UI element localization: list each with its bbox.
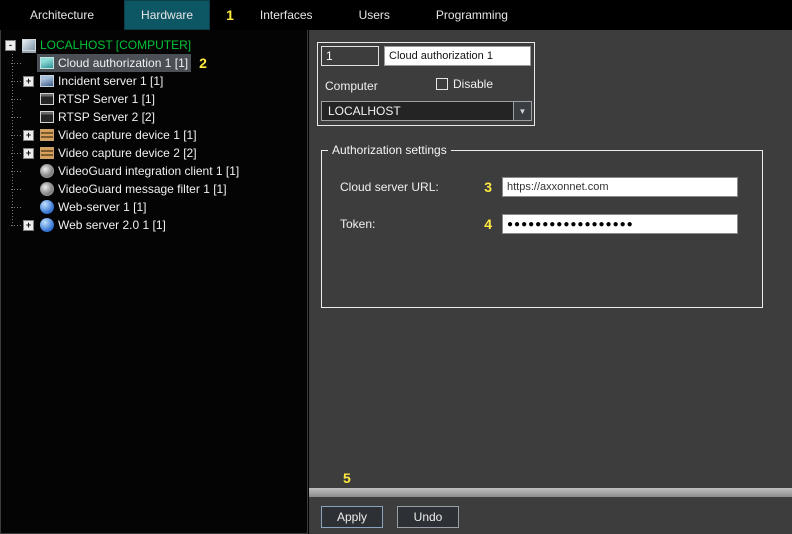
tab-users[interactable]: Users	[343, 0, 406, 30]
collapse-icon[interactable]: -	[5, 40, 16, 51]
annotation-1: 1	[226, 0, 234, 30]
disable-checkbox[interactable]	[436, 78, 448, 90]
tree-item-rtsp-server-1[interactable]: RTSP Server 1 [1]	[1, 90, 307, 108]
expand-icon[interactable]: +	[23, 130, 34, 141]
tree-item-label: Web server 2.0 1 [1]	[58, 218, 166, 232]
computer-icon	[22, 39, 36, 51]
horizontal-divider	[309, 488, 792, 497]
tree-item-label: VideoGuard integration client 1 [1]	[58, 164, 239, 178]
chevron-down-icon[interactable]: ▼	[513, 102, 531, 120]
tree-item-label: Video capture device 1 [1]	[58, 128, 197, 142]
tree-item-rtsp-server-2[interactable]: RTSP Server 2 [2]	[1, 108, 307, 126]
tree-item-label: Video capture device 2 [2]	[58, 146, 197, 160]
expand-icon[interactable]: +	[23, 220, 34, 231]
tree-item-incident-server[interactable]: + Incident server 1 [1]	[1, 72, 307, 90]
app-window: Architecture Hardware 1 Interfaces Users…	[0, 0, 792, 534]
video-capture-icon	[40, 129, 54, 141]
annotation-2: 2	[199, 55, 207, 71]
web-server-icon	[40, 218, 54, 232]
tree-item-web-server-2[interactable]: + Web server 2.0 1 [1]	[1, 216, 307, 234]
tab-hardware[interactable]: Hardware	[124, 0, 210, 30]
tree-item-label: VideoGuard message filter 1 [1]	[58, 182, 227, 196]
token-label: Token:	[340, 217, 478, 231]
undo-button[interactable]: Undo	[397, 506, 459, 528]
incident-server-icon	[40, 75, 54, 87]
web-server-icon	[40, 200, 54, 214]
computer-label: Computer	[325, 79, 378, 93]
cloud-authorization-icon	[40, 57, 54, 69]
tree-item-videoguard-filter[interactable]: VideoGuard message filter 1 [1]	[1, 180, 307, 198]
tab-bar: Architecture Hardware 1 Interfaces Users…	[0, 0, 792, 30]
tree-item-video-capture-2[interactable]: + Video capture device 2 [2]	[1, 144, 307, 162]
object-identity-box: Computer Disable LOCALHOST ▼	[317, 42, 535, 126]
tree-item-label: Incident server 1 [1]	[58, 74, 163, 88]
device-tree: - LOCALHOST [COMPUTER] Cloud authorizati…	[0, 30, 308, 534]
computer-select-value: LOCALHOST	[322, 104, 513, 118]
tree-item-localhost[interactable]: - LOCALHOST [COMPUTER]	[1, 36, 307, 54]
tree-item-video-capture-1[interactable]: + Video capture device 1 [1]	[1, 126, 307, 144]
disable-label: Disable	[453, 77, 493, 91]
authorization-settings-group: Authorization settings Cloud server URL:…	[321, 150, 763, 308]
tree-item-label: RTSP Server 2 [2]	[58, 110, 155, 124]
tab-architecture[interactable]: Architecture	[14, 0, 110, 30]
object-id-input[interactable]	[321, 46, 379, 66]
tree-item-label: Cloud authorization 1 [1]	[58, 56, 188, 70]
settings-panel: Computer Disable LOCALHOST ▼ Authorizati…	[309, 30, 792, 534]
computer-select[interactable]: LOCALHOST ▼	[321, 101, 532, 121]
rtsp-server-icon	[40, 111, 54, 123]
annotation-5: 5	[343, 470, 351, 486]
tree-item-videoguard-client[interactable]: VideoGuard integration client 1 [1]	[1, 162, 307, 180]
tree-item-label: Web-server 1 [1]	[58, 200, 146, 214]
annotation-3: 3	[484, 179, 492, 195]
tree-connector-line	[12, 54, 13, 226]
videoguard-icon	[40, 182, 54, 196]
apply-button[interactable]: Apply	[321, 506, 383, 528]
videoguard-icon	[40, 164, 54, 178]
cloud-server-url-label: Cloud server URL:	[340, 180, 478, 194]
tree-item-label: LOCALHOST [COMPUTER]	[40, 38, 191, 52]
rtsp-server-icon	[40, 93, 54, 105]
video-capture-icon	[40, 147, 54, 159]
group-title: Authorization settings	[328, 143, 451, 157]
tab-programming[interactable]: Programming	[420, 0, 524, 30]
annotation-4: 4	[484, 216, 492, 232]
tree-item-cloud-authorization[interactable]: Cloud authorization 1 [1] 2	[1, 54, 307, 72]
cloud-server-url-input[interactable]	[502, 177, 738, 197]
object-name-input[interactable]	[384, 46, 531, 66]
tree-item-web-server-1[interactable]: Web-server 1 [1]	[1, 198, 307, 216]
tab-interfaces[interactable]: Interfaces	[244, 0, 329, 30]
expand-icon[interactable]: +	[23, 148, 34, 159]
tree-item-label: RTSP Server 1 [1]	[58, 92, 155, 106]
expand-icon[interactable]: +	[23, 76, 34, 87]
token-input[interactable]	[502, 214, 738, 234]
